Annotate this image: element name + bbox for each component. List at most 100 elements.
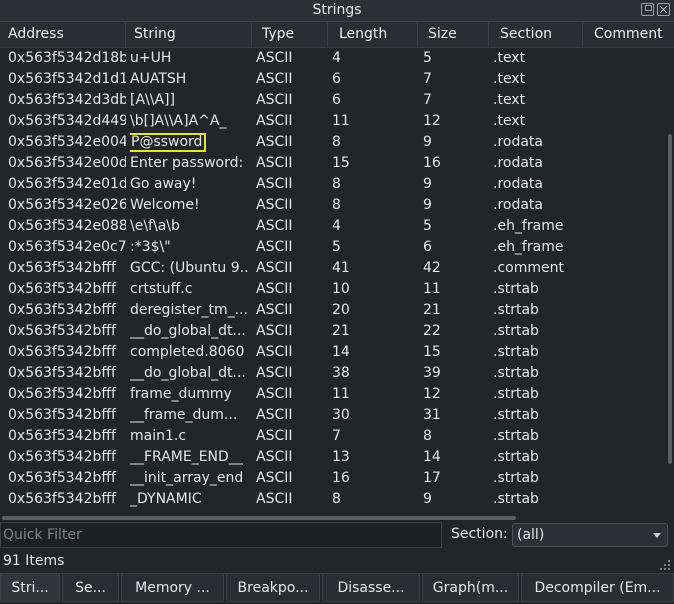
tab-breakpoints[interactable]: Breakpo... — [226, 574, 320, 602]
table-row[interactable]: 0x563f5342d18b u+UH ASCII 4 5 .text — [0, 48, 664, 69]
cell-string: __init_array_end — [130, 470, 244, 486]
table-row[interactable]: 0x563f5342e004 P@ssword ASCII 8 9 .rodata — [0, 132, 664, 153]
cell-section: .strtab — [493, 491, 539, 507]
cell-string: _DYNAMIC — [130, 491, 202, 507]
table-row[interactable]: 0x563f5342bfff __do_global_dt... ASCII 38 39… — [0, 363, 664, 384]
cell-section: .strtab — [493, 407, 539, 423]
cell-size: 11 — [423, 281, 441, 297]
highlighted-string: P@ssword — [130, 133, 207, 152]
table-row[interactable]: 0x563f5342bfff crtstuff.c ASCII 10 11 .strtab — [0, 279, 664, 300]
cell-string: frame_dummy — [130, 386, 232, 402]
cell-comment — [592, 237, 662, 258]
horizontal-scroll-thumb[interactable] — [2, 516, 516, 520]
quick-filter-input[interactable] — [0, 522, 442, 548]
cell-section: .text — [493, 113, 526, 129]
float-window-icon[interactable] — [641, 3, 654, 16]
cell-string: P@ssword — [130, 132, 250, 153]
cell-length: 20 — [332, 302, 350, 318]
cell-string: Go away! — [130, 176, 197, 192]
cell-section: .strtab — [493, 449, 539, 465]
cell-size: 31 — [423, 407, 441, 423]
cell-size: 5 — [423, 218, 432, 234]
table-row[interactable]: 0x563f5342bfff GCC: (Ubuntu 9... ASCII 41 42… — [0, 258, 664, 279]
column-header-section[interactable]: Section — [489, 22, 583, 47]
cell-section: .strtab — [493, 344, 539, 360]
cell-length: 5 — [332, 239, 341, 255]
table-row[interactable]: 0x563f5342bfff __do_global_dt... ASCII 21 22… — [0, 321, 664, 342]
cell-length: 11 — [332, 386, 350, 402]
cell-comment — [592, 426, 662, 447]
cell-size: 16 — [423, 155, 441, 171]
table-row[interactable]: 0x563f5342d1d1 AUATSH ASCII 6 7 .text — [0, 69, 664, 90]
table-row[interactable]: 0x563f5342bfff _DYNAMIC ASCII 8 9 .strtab — [0, 489, 664, 510]
cell-length: 6 — [332, 71, 341, 87]
cell-type: ASCII — [256, 50, 293, 66]
cell-string: [A\\A]] — [130, 92, 175, 108]
section-dropdown[interactable]: (all) — [512, 523, 668, 547]
vertical-scrollbar[interactable] — [666, 48, 674, 515]
column-header-size[interactable]: Size — [418, 22, 489, 47]
cell-comment — [592, 300, 662, 321]
tab-strings[interactable]: Stri... — [0, 574, 60, 602]
table-row[interactable]: 0x563f5342d449 \b[]A\\A]A^A_ ASCII 11 12 .tex… — [0, 111, 664, 132]
tab-graph[interactable]: Graph(m... — [422, 574, 519, 602]
resize-grip-icon[interactable] — [660, 560, 670, 570]
table-row[interactable]: 0x563f5342e00d Enter password: ASCII 15 16 .r… — [0, 153, 664, 174]
cell-string: Welcome! — [130, 197, 200, 213]
cell-section: .rodata — [493, 155, 543, 171]
cell-comment — [592, 174, 662, 195]
tab-disassembly[interactable]: Disasse... — [322, 574, 420, 602]
cell-section: .strtab — [493, 281, 539, 297]
cell-type: ASCII — [256, 470, 293, 486]
table-row[interactable]: 0x563f5342bfff frame_dummy ASCII 11 12 .strta… — [0, 384, 664, 405]
table-row[interactable]: 0x563f5342bfff deregister_tm_... ASCII 20 21… — [0, 300, 664, 321]
column-header-length[interactable]: Length — [328, 22, 418, 47]
cell-length: 8 — [332, 134, 341, 150]
cell-section: .rodata — [493, 176, 543, 192]
cell-address: 0x563f5342bfff — [8, 428, 116, 444]
table-row[interactable]: 0x563f5342d3db [A\\A]] ASCII 6 7 .text — [0, 90, 664, 111]
table-row[interactable]: 0x563f5342e088 \e\f\a\b ASCII 4 5 .eh_frame — [0, 216, 664, 237]
table-row[interactable]: 0x563f5342bfff completed.8060 ASCII 14 15 .st… — [0, 342, 664, 363]
column-header-type[interactable]: Type — [252, 22, 328, 47]
cell-type: ASCII — [256, 71, 293, 87]
table-row[interactable]: 0x563f5342bfff __init_array_end ASCII 16 17.… — [0, 468, 664, 489]
column-header-comment[interactable]: Comment — [583, 22, 674, 47]
section-label: Section: — [451, 526, 508, 542]
table-row[interactable]: 0x563f5342bfff __frame_dum... ASCII 30 31 .st… — [0, 405, 664, 426]
cell-string: __do_global_dt... — [130, 365, 246, 381]
cell-comment — [592, 153, 662, 174]
tab-decompiler[interactable]: Decompiler (Em... — [521, 574, 674, 602]
close-icon[interactable] — [657, 3, 670, 16]
cell-section: .comment — [493, 260, 564, 276]
table-row[interactable]: 0x563f5342e0c7:*3$\" ASCII 5 6 .eh_frame — [0, 237, 664, 258]
vertical-scroll-thumb[interactable] — [668, 134, 672, 464]
cell-length: 6 — [332, 92, 341, 108]
cell-type: ASCII — [256, 365, 293, 381]
cell-string: :*3$\" — [130, 239, 171, 255]
cell-address: 0x563f5342e004 — [8, 134, 126, 150]
cell-type: ASCII — [256, 92, 293, 108]
cell-comment — [592, 69, 662, 90]
tab-memory[interactable]: Memory ... — [121, 574, 224, 602]
cell-length: 13 — [332, 449, 350, 465]
column-header-address[interactable]: Address — [0, 22, 126, 47]
table-row[interactable]: 0x563f5342e026 Welcome! ASCII 8 9 .rodata — [0, 195, 664, 216]
tab-se[interactable]: Se... — [62, 574, 119, 602]
cell-type: ASCII — [256, 491, 293, 507]
cell-comment — [592, 111, 662, 132]
cell-type: ASCII — [256, 323, 293, 339]
cell-length: 8 — [332, 176, 341, 192]
cell-size: 12 — [423, 113, 441, 129]
cell-string: \b[]A\\A]A^A_ — [130, 113, 227, 129]
cell-string: AUATSH — [130, 71, 187, 87]
table-row[interactable]: 0x563f5342bfff main1.c ASCII 7 8 .strtab — [0, 426, 664, 447]
cell-address: 0x563f5342bfff — [8, 470, 116, 486]
table-row[interactable]: 0x563f5342bfff __FRAME_END__ ASCII 13 14 .str… — [0, 447, 664, 468]
strings-table: Address String Type Length Size Section … — [0, 22, 674, 515]
table-row[interactable]: 0x563f5342e01d Go away! ASCII 8 9 .rodata — [0, 174, 664, 195]
cell-size: 39 — [423, 365, 441, 381]
cell-type: ASCII — [256, 134, 293, 150]
cell-section: .text — [493, 50, 526, 66]
column-header-string[interactable]: String — [126, 22, 252, 47]
